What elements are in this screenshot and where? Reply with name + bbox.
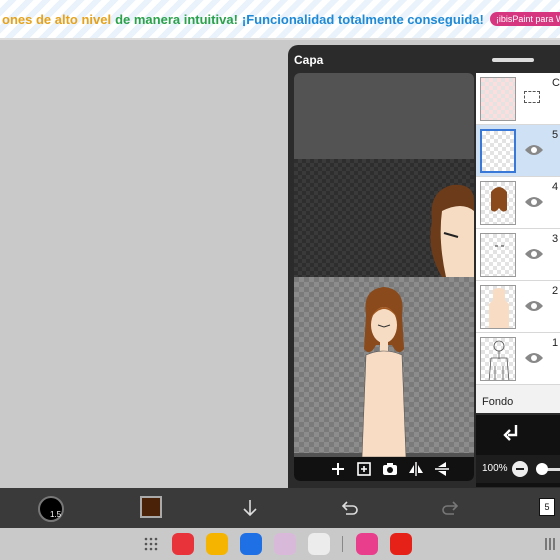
add-layer-icon[interactable]	[330, 461, 346, 477]
skin-thumbnail	[489, 288, 509, 328]
color-swatch[interactable]	[140, 496, 162, 518]
opacity-minus-button[interactable]	[512, 461, 528, 477]
undo-icon[interactable]	[340, 498, 360, 518]
opacity-value: 100%	[482, 463, 508, 474]
flip-vertical-icon[interactable]	[434, 461, 450, 477]
panel-title: Capa	[294, 53, 324, 67]
merge-down-icon[interactable]	[500, 421, 524, 445]
banner-badge[interactable]: ¡ibisPaint para Wi	[489, 12, 560, 26]
layer-panel: Capa C 5 4 3 2 1 Fondo 100%	[288, 45, 560, 488]
canvas-preview[interactable]	[294, 73, 474, 481]
opacity-slider-knob[interactable]	[536, 463, 548, 475]
layer-number: 2	[552, 285, 559, 297]
youtube-icon[interactable]	[390, 533, 412, 555]
visibility-eye-icon[interactable]	[524, 247, 544, 261]
bottom-toolbar: 1.5 5	[0, 488, 560, 528]
layer-number: 3	[552, 233, 559, 245]
layer-thumbnail	[480, 129, 516, 173]
layer-row-background[interactable]: Fondo	[476, 391, 560, 413]
layer-row-selection[interactable]: C	[476, 73, 560, 125]
layer-controls: 100%	[476, 415, 560, 487]
layer-row-3[interactable]: 3	[476, 229, 560, 281]
visibility-eye-icon[interactable]	[524, 299, 544, 313]
layer-thumbnail	[480, 233, 516, 277]
layer-row-5[interactable]: 5	[476, 125, 560, 177]
layer-thumbnail	[480, 181, 516, 225]
layer-list: C 5 4 3 2 1	[476, 73, 560, 413]
flip-horizontal-icon[interactable]	[408, 461, 424, 477]
layer-row-2[interactable]: 2	[476, 281, 560, 333]
layer-thumbnail	[480, 285, 516, 329]
recents-icon[interactable]	[544, 537, 556, 551]
app-icon-gallery[interactable]	[274, 533, 296, 555]
portrait-closeup	[430, 184, 474, 277]
background-label: Fondo	[482, 396, 514, 408]
arrow-down-icon[interactable]	[240, 498, 260, 518]
layer-row-1[interactable]: 1	[476, 333, 560, 385]
ad-banner[interactable]: ones de alto nivel de manera intuitiva! …	[0, 0, 560, 40]
layer-row-4[interactable]: 4	[476, 177, 560, 229]
layers-count-button[interactable]: 5	[539, 498, 555, 516]
drag-handle[interactable]	[492, 58, 534, 62]
layer-number: 5	[552, 129, 559, 141]
eyes-thumbnail	[495, 245, 504, 247]
duplicate-layer-icon[interactable]	[356, 461, 372, 477]
system-dock	[0, 528, 560, 560]
character-figure	[361, 287, 407, 457]
layer-number: 1	[552, 337, 559, 349]
visibility-eye-icon[interactable]	[524, 143, 544, 157]
layer-number: C	[552, 77, 560, 89]
hair-thumbnail	[491, 187, 507, 212]
brush-size-value: 1.5	[50, 510, 62, 519]
camera-icon[interactable]	[382, 461, 398, 477]
selection-icon	[524, 91, 540, 103]
redo-icon[interactable]	[440, 498, 460, 518]
app-icon-store[interactable]	[356, 533, 378, 555]
app-icon-folder[interactable]	[206, 533, 228, 555]
visibility-eye-icon[interactable]	[524, 195, 544, 209]
visibility-eye-icon[interactable]	[524, 351, 544, 365]
banner-text-2: de manera intuitiva!	[115, 11, 238, 27]
dock-divider	[342, 536, 343, 552]
layer-thumbnail	[480, 337, 516, 381]
layer-thumbnail	[480, 77, 516, 121]
layer-number: 4	[552, 181, 559, 193]
app-icon-messages[interactable]	[240, 533, 262, 555]
app-icon-camera[interactable]	[308, 533, 330, 555]
banner-text-1: ones de alto nivel	[2, 11, 112, 27]
opacity-control: 100%	[476, 455, 560, 483]
layer-actions-bar	[294, 457, 474, 481]
banner-text-3: ¡Funcionalidad totalmente conseguida!	[241, 11, 484, 27]
app-grid-icon[interactable]	[144, 537, 158, 551]
sketch-thumbnail	[488, 340, 510, 380]
brush-size-button[interactable]: 1.5	[38, 496, 64, 522]
app-icon-red[interactable]	[172, 533, 194, 555]
